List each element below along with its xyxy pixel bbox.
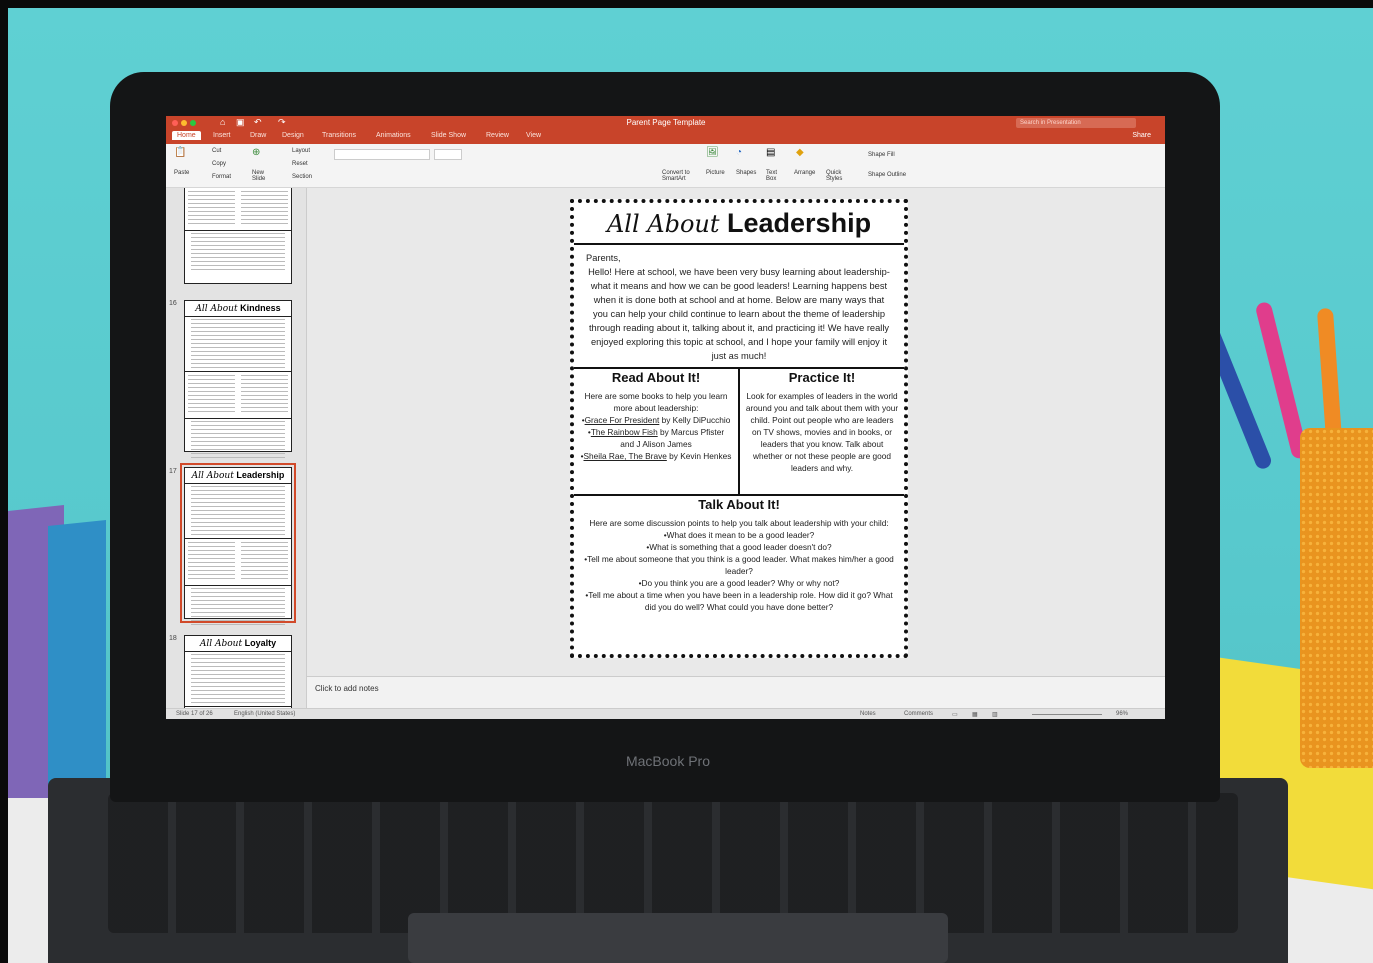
keyboard bbox=[108, 793, 1238, 933]
book-item-extra: and J Alison James bbox=[620, 439, 692, 449]
two-column-section: Read About It! Here are some books to he… bbox=[574, 369, 904, 496]
tab-design[interactable]: Design bbox=[282, 132, 304, 139]
document-title: Parent Page Template bbox=[626, 118, 706, 127]
layout-button[interactable]: Layout bbox=[292, 148, 310, 154]
copy-button[interactable]: Copy bbox=[212, 161, 226, 167]
trackpad bbox=[408, 913, 948, 963]
reading-view-icon[interactable]: ▥ bbox=[992, 711, 998, 718]
language-indicator[interactable]: English (United States) bbox=[234, 711, 295, 717]
notes-pane[interactable]: Click to add notes bbox=[307, 676, 1165, 709]
quick-styles-button[interactable]: Quick Styles bbox=[826, 170, 852, 182]
zoom-slider[interactable] bbox=[1032, 714, 1102, 715]
format-button[interactable]: Format bbox=[212, 174, 231, 180]
cut-button[interactable]: Cut bbox=[212, 148, 221, 154]
intro-text-box[interactable]: Parents, Hello! Here at school, we have … bbox=[574, 245, 904, 369]
tab-animations[interactable]: Animations bbox=[376, 132, 411, 139]
new-slide-icon[interactable]: ⊕ bbox=[252, 147, 260, 158]
tab-draw[interactable]: Draw bbox=[250, 132, 266, 139]
greeting-text: Parents, bbox=[586, 253, 621, 263]
title-bar: ⌂ ▣ ↶ ↷ Parent Page Template Search in P… bbox=[166, 116, 1165, 130]
slide-thumbnail[interactable]: All About Loyalty bbox=[184, 635, 292, 708]
slide-editor[interactable]: All About Leadership Parents, Hello! Her… bbox=[307, 188, 1165, 676]
shape-fill-button[interactable]: Shape Fill bbox=[868, 152, 895, 158]
practice-text: Look for examples of leaders in the worl… bbox=[745, 391, 899, 473]
book-item: •The Rainbow Fish by Marcus Pfister bbox=[587, 427, 725, 437]
talk-point: •What is something that a good leader do… bbox=[646, 542, 832, 552]
shapes-icon[interactable]: ◔ bbox=[736, 147, 742, 158]
share-button[interactable]: Share bbox=[1132, 132, 1151, 139]
tab-slide-show[interactable]: Slide Show bbox=[431, 132, 466, 139]
slide-number: 17 bbox=[169, 468, 177, 475]
picture-icon[interactable]: 🖼 bbox=[706, 147, 719, 158]
convert-smartart-button[interactable]: Convert to SmartArt bbox=[662, 170, 698, 182]
pencil-cup bbox=[1300, 428, 1373, 768]
intro-text: Hello! Here at school, we have been very… bbox=[588, 267, 890, 361]
font-family-select[interactable] bbox=[334, 149, 430, 160]
font-size-select[interactable] bbox=[434, 149, 462, 160]
talk-point: •Tell me about someone that you think is… bbox=[584, 554, 894, 576]
paste-button[interactable]: Paste bbox=[174, 170, 189, 176]
reset-button[interactable]: Reset bbox=[292, 161, 308, 167]
arrange-icon[interactable]: ◆ bbox=[796, 147, 804, 158]
thumbnail-title: All About Loyalty bbox=[185, 636, 291, 652]
slide-number: 16 bbox=[169, 300, 177, 307]
practice-it-box[interactable]: Practice It! Look for examples of leader… bbox=[738, 369, 904, 494]
ribbon-tabs: Home Insert Draw Design Transitions Anim… bbox=[166, 130, 1165, 144]
slide-count: Slide 17 of 26 bbox=[176, 711, 213, 717]
thumbnail-title: All About Leadership bbox=[185, 468, 291, 484]
picture-button[interactable]: Picture bbox=[706, 170, 725, 176]
zoom-dot[interactable] bbox=[190, 120, 196, 126]
talk-about-it-box[interactable]: Talk About It! Here are some discussion … bbox=[574, 496, 904, 616]
tab-transitions[interactable]: Transitions bbox=[322, 132, 356, 139]
tab-home[interactable]: Home bbox=[172, 131, 201, 140]
section-button[interactable]: Section bbox=[292, 174, 312, 180]
slide-thumbnail[interactable]: All About Kindness bbox=[184, 300, 292, 461]
read-intro: Here are some books to help you learn mo… bbox=[584, 391, 728, 413]
undo-icon[interactable]: ↶ bbox=[254, 117, 262, 128]
tab-insert[interactable]: Insert bbox=[213, 132, 231, 139]
save-icon[interactable]: ▣ bbox=[236, 117, 245, 128]
tab-view[interactable]: View bbox=[526, 132, 541, 139]
talk-intro: Here are some discussion points to help … bbox=[589, 518, 889, 528]
normal-view-icon[interactable]: ▭ bbox=[952, 711, 958, 718]
zoom-level[interactable]: 96% bbox=[1116, 711, 1128, 717]
text-box-button[interactable]: Text Box bbox=[766, 170, 782, 182]
talk-point: •Tell me about a time when you have been… bbox=[585, 590, 893, 612]
search-input[interactable]: Search in Presentation bbox=[1016, 118, 1136, 128]
text-box-icon[interactable]: ▤ bbox=[766, 147, 775, 158]
notes-placeholder[interactable]: Click to add notes bbox=[315, 684, 379, 693]
status-bar: Slide 17 of 26 English (United States) N… bbox=[166, 708, 1165, 719]
read-heading: Read About It! bbox=[611, 370, 701, 385]
shapes-button[interactable]: Shapes bbox=[736, 170, 756, 176]
comments-button[interactable]: Comments bbox=[904, 711, 933, 717]
talk-heading: Talk About It! bbox=[698, 497, 780, 512]
slide-number: 18 bbox=[169, 635, 177, 642]
book-item: •Sheila Rae, The Brave by Kevin Henkes bbox=[580, 451, 732, 461]
minimize-dot[interactable] bbox=[181, 120, 187, 126]
new-slide-button[interactable]: New Slide bbox=[252, 170, 272, 182]
slide-thumbnail-selected[interactable]: All About Leadership bbox=[180, 463, 296, 628]
paste-icon[interactable]: 📋 bbox=[174, 147, 186, 158]
ribbon: 📋 Paste Cut Copy Format ⊕ New Slide Layo… bbox=[166, 144, 1165, 188]
notes-button[interactable]: Notes bbox=[860, 711, 876, 717]
powerpoint-window: ⌂ ▣ ↶ ↷ Parent Page Template Search in P… bbox=[166, 116, 1165, 719]
talk-point: •What does it mean to be a good leader? bbox=[663, 530, 815, 540]
tab-review[interactable]: Review bbox=[486, 132, 509, 139]
slide-thumbnail-panel[interactable]: 16 All About Kindness 17 All About Leade… bbox=[166, 188, 307, 708]
practice-heading: Practice It! bbox=[788, 370, 856, 385]
shape-outline-button[interactable]: Shape Outline bbox=[868, 172, 906, 178]
talk-point: •Do you think you are a good leader? Why… bbox=[638, 578, 840, 588]
laptop-brand: MacBook Pro bbox=[625, 753, 711, 769]
slide-title[interactable]: All About Leadership bbox=[574, 203, 904, 245]
redo-icon[interactable]: ↷ bbox=[278, 117, 286, 128]
thumbnail-title: All About Kindness bbox=[185, 301, 291, 317]
arrange-button[interactable]: Arrange bbox=[794, 170, 815, 176]
slide-thumbnail[interactable] bbox=[184, 188, 292, 284]
slide-sorter-icon[interactable]: ▦ bbox=[972, 711, 978, 718]
home-icon[interactable]: ⌂ bbox=[220, 117, 225, 127]
read-about-it-box[interactable]: Read About It! Here are some books to he… bbox=[574, 369, 738, 494]
current-slide[interactable]: All About Leadership Parents, Hello! Her… bbox=[570, 199, 908, 658]
book-item: •Grace For President by Kelly DiPucchio bbox=[581, 415, 731, 425]
close-dot[interactable] bbox=[172, 120, 178, 126]
